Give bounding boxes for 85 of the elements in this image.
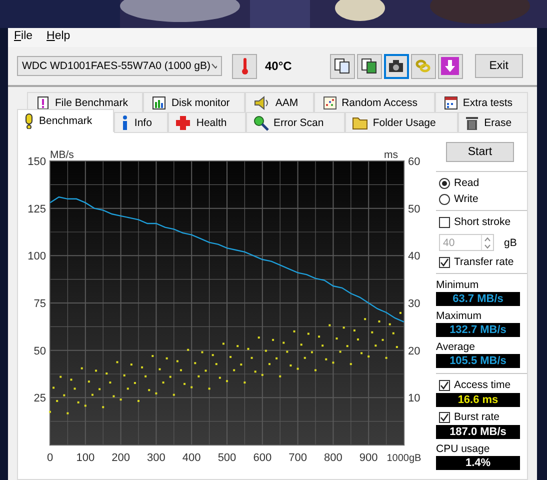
bar-graph-icon	[152, 96, 166, 110]
checkbox-label: Short stroke	[454, 216, 511, 228]
tick-label: 600	[253, 452, 272, 464]
tick-label: 30	[408, 298, 420, 310]
chevron-down-icon	[210, 63, 217, 69]
reading-value: 16.6 ms	[436, 393, 520, 407]
trash-can-icon	[465, 114, 480, 130]
magnifier-icon	[252, 114, 268, 130]
checkbox[interactable]	[439, 380, 450, 390]
reading-value: 187.0 MB/s	[436, 425, 520, 439]
exit-button[interactable]: Exit	[474, 54, 523, 78]
tab[interactable]: Disk monitor	[143, 92, 246, 113]
tab[interactable]: Random Access	[314, 92, 435, 113]
radio-option[interactable]: Read	[439, 175, 527, 191]
reading-value: 132.7 MB/s	[436, 323, 520, 337]
tab[interactable]: Folder Usage	[344, 112, 458, 133]
reading-value: 105.5 MB/s	[436, 354, 520, 368]
tick-label: 125	[28, 203, 46, 216]
reading-label: Average	[436, 341, 476, 353]
tick-label: 50	[408, 203, 420, 216]
calendar-icon	[444, 96, 458, 110]
tick-label: 50	[34, 345, 46, 358]
spinner-arrows-icon	[484, 236, 491, 248]
tick-label: 1000gB	[386, 453, 422, 464]
tick-label: 25	[34, 392, 46, 405]
file-exclamation-icon	[36, 96, 50, 110]
tick-label: 20	[408, 345, 420, 358]
tick-label: 800	[324, 452, 342, 464]
speaker-icon	[254, 96, 270, 110]
tab[interactable]: Erase	[458, 112, 528, 133]
copy-icon	[361, 58, 378, 74]
toolbar-button[interactable]	[356, 54, 382, 78]
reading-value: 63.7 MB/s	[436, 292, 520, 306]
checkbox[interactable]	[439, 216, 450, 228]
axis-label: MB/s	[50, 149, 74, 161]
tab[interactable]: Extra tests	[434, 92, 528, 113]
scatter-plot-icon	[322, 96, 337, 110]
tick-label: 60	[408, 156, 420, 168]
axis-label: ms	[384, 149, 398, 161]
info-icon	[121, 114, 130, 130]
copy-icon	[334, 58, 350, 74]
tick-label: 500	[218, 452, 236, 464]
radio-button[interactable]	[439, 194, 450, 204]
toolbar-button[interactable]	[384, 54, 409, 78]
tick-label: 400	[182, 452, 201, 464]
checkbox-label: Access time	[454, 379, 511, 391]
tick-label: 300	[147, 452, 166, 464]
tick-label: 0	[46, 452, 54, 464]
tab[interactable]: Error Scan	[246, 112, 345, 133]
drive-dropdown[interactable]: WDC WD1001FAES-55W7A0 (1000 gB)	[17, 56, 222, 76]
thermometer-icon	[240, 57, 248, 75]
reading-value: 1.4%	[436, 456, 520, 470]
checkbox[interactable]	[439, 256, 450, 268]
radio-button[interactable]	[439, 178, 450, 188]
start-button[interactable]: Start	[446, 142, 514, 162]
temperature-reading: 40°C	[265, 59, 292, 73]
tab[interactable]: AAM	[245, 92, 314, 113]
checkbox[interactable]	[439, 412, 450, 422]
reading-label: Minimum	[436, 279, 480, 291]
cross-icon	[175, 114, 192, 130]
tab[interactable]: Benchmark	[17, 109, 114, 132]
chain-icon	[415, 58, 432, 74]
menu-item[interactable]: Help	[46, 30, 70, 45]
tab[interactable]: Health	[168, 112, 246, 133]
camera-icon	[388, 59, 404, 73]
tab[interactable]: Info	[114, 112, 168, 133]
tick-label: 100	[76, 452, 95, 464]
tick-label: 40	[408, 250, 420, 263]
tick-label: 100	[28, 250, 46, 263]
temperature-button[interactable]	[232, 54, 257, 78]
checkbox-label: Burst rate	[454, 411, 500, 423]
tick-label: 75	[34, 298, 46, 310]
exclamation-icon	[24, 113, 34, 129]
reading-label: CPU usage	[436, 443, 491, 455]
tick-label: 200	[112, 452, 130, 464]
menu-item[interactable]: File	[14, 30, 33, 45]
tick-label: 10	[408, 392, 420, 405]
tick-label: 900	[359, 452, 378, 464]
reading-label: Maximum	[436, 310, 483, 322]
radio-option[interactable]: Write	[439, 191, 527, 207]
tick-label: 150	[28, 156, 46, 168]
tick-label: 700	[288, 452, 307, 464]
toolbar-button[interactable]	[330, 54, 355, 78]
unit-label: gB	[504, 236, 517, 248]
checkbox-label: Transfer rate	[454, 256, 514, 268]
